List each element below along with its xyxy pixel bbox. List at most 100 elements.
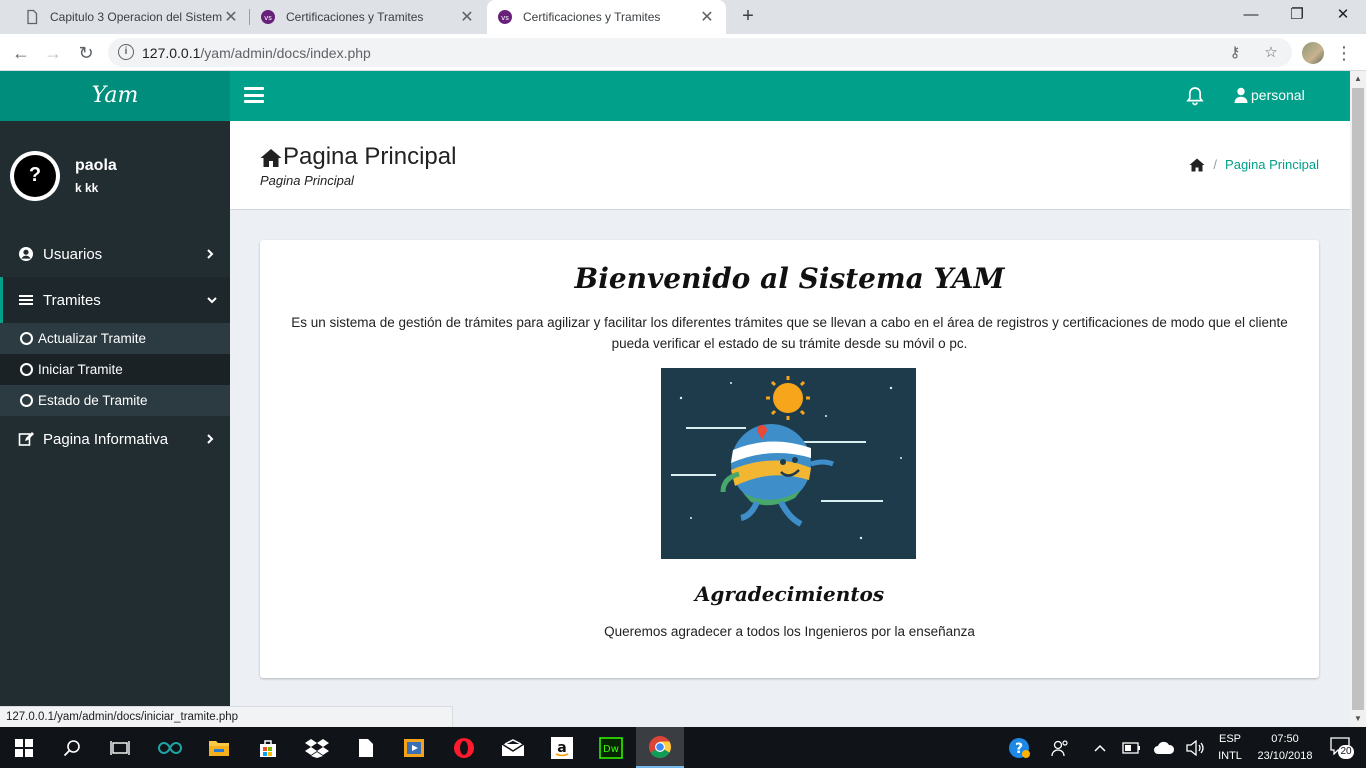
page-title: Pagina Principal bbox=[260, 143, 456, 171]
planet-illustration bbox=[661, 368, 916, 559]
chrome-icon[interactable] bbox=[636, 727, 684, 768]
bell-icon[interactable] bbox=[1184, 85, 1206, 107]
svg-text:Dw: Dw bbox=[603, 744, 619, 755]
edit-icon bbox=[18, 431, 34, 447]
back-icon[interactable]: ← bbox=[8, 40, 34, 66]
search-icon[interactable] bbox=[48, 727, 96, 768]
media-player-icon[interactable] bbox=[390, 727, 438, 768]
language-bottom[interactable]: INTL bbox=[1214, 750, 1246, 762]
taskbar: a Dw ? ESP INTL 07:50 23/10/2018 20 bbox=[0, 727, 1366, 768]
scroll-up-icon[interactable]: ▲ bbox=[1350, 71, 1366, 87]
page-title-text: Pagina Principal bbox=[283, 143, 457, 170]
arduino-icon[interactable] bbox=[146, 727, 194, 768]
url-path: /yam/admin/docs/index.php bbox=[200, 45, 371, 61]
avatar: ? bbox=[10, 151, 60, 201]
sidebar-item-pagina-informativa[interactable]: Pagina Informativa bbox=[0, 416, 230, 462]
store-icon[interactable] bbox=[244, 727, 292, 768]
minimize-icon[interactable]: — bbox=[1228, 0, 1274, 30]
amazon-icon[interactable]: a bbox=[538, 727, 586, 768]
page-header: Pagina Principal Pagina Principal / Pagi… bbox=[230, 121, 1350, 210]
profile-avatar[interactable] bbox=[1302, 42, 1324, 64]
close-window-icon[interactable]: ✕ bbox=[1320, 0, 1366, 30]
tab-label: Certificaciones y Tramites bbox=[523, 10, 661, 24]
user-circle-icon bbox=[18, 246, 34, 262]
app-window: Yam personal ? paola k kk Usuarios Trami… bbox=[0, 71, 1350, 727]
sidebar-subitem-iniciar-tramite[interactable]: Iniciar Tramite bbox=[0, 354, 230, 385]
more-menu-icon[interactable]: ⋮ bbox=[1334, 40, 1354, 66]
chevron-right-icon bbox=[206, 431, 216, 447]
page-scrollbar[interactable]: ▲ ▼ bbox=[1350, 71, 1366, 727]
sidebar-subitem-label: Estado de Tramite bbox=[38, 393, 148, 408]
browser-tab-1[interactable]: Capitulo 3 Operacion del Sistema ✕ bbox=[14, 0, 250, 34]
svg-text:vs: vs bbox=[264, 14, 272, 22]
sidebar-item-usuarios[interactable]: Usuarios bbox=[0, 231, 230, 277]
notepad-icon[interactable] bbox=[342, 727, 390, 768]
restore-icon[interactable]: ❐ bbox=[1274, 0, 1320, 30]
chevron-down-icon bbox=[206, 292, 218, 308]
svg-text:vs: vs bbox=[501, 14, 509, 22]
breadcrumb-home-icon[interactable] bbox=[1189, 158, 1205, 172]
close-tab-icon[interactable]: ✕ bbox=[698, 7, 716, 27]
volume-icon[interactable] bbox=[1174, 727, 1218, 768]
info-icon[interactable]: i bbox=[118, 44, 134, 60]
circle-icon bbox=[20, 363, 33, 376]
vs-icon: vs bbox=[260, 9, 276, 25]
sidebar-subitem-label: Actualizar Tramite bbox=[38, 331, 147, 346]
chevron-right-icon bbox=[206, 246, 216, 262]
notification-count: 20 bbox=[1338, 744, 1354, 759]
user-panel: ? paola k kk bbox=[0, 121, 230, 221]
vs-icon: vs bbox=[497, 9, 513, 25]
svg-text:a: a bbox=[557, 740, 566, 756]
mail-icon[interactable] bbox=[489, 727, 537, 768]
svg-text:?: ? bbox=[1015, 741, 1023, 757]
file-explorer-icon[interactable] bbox=[195, 727, 243, 768]
welcome-description: Es un sistema de gestión de trámites par… bbox=[291, 315, 1288, 351]
task-view-icon[interactable] bbox=[96, 727, 144, 768]
new-tab-button[interactable]: + bbox=[736, 4, 760, 28]
page-subtitle: Pagina Principal bbox=[260, 173, 354, 188]
clock-time[interactable]: 07:50 bbox=[1250, 733, 1320, 745]
app-logo[interactable]: Yam bbox=[0, 71, 230, 121]
welcome-box: Bienvenido al Sistema YAM Es un sistema … bbox=[260, 240, 1319, 678]
circle-icon bbox=[20, 394, 33, 407]
browser-tab-strip: Capitulo 3 Operacion del Sistema ✕ vs Ce… bbox=[0, 0, 1366, 34]
scrollbar-thumb[interactable] bbox=[1352, 88, 1364, 710]
main-content: Pagina Principal Pagina Principal / Pagi… bbox=[230, 121, 1350, 727]
dreamweaver-icon[interactable]: Dw bbox=[587, 727, 635, 768]
opera-icon[interactable] bbox=[440, 727, 488, 768]
url-input[interactable]: i 127.0.0.1/yam/admin/docs/index.php ⚷ ☆ bbox=[108, 38, 1292, 67]
forward-icon[interactable]: → bbox=[40, 40, 66, 66]
key-icon[interactable]: ⚷ bbox=[1226, 44, 1244, 62]
sidebar-item-label: Pagina Informativa bbox=[43, 430, 169, 448]
star-icon[interactable]: ☆ bbox=[1262, 44, 1280, 62]
sidebar-item-label: Usuarios bbox=[43, 245, 103, 263]
language-top[interactable]: ESP bbox=[1214, 733, 1246, 745]
link-status-bar: 127.0.0.1/yam/admin/docs/iniciar_tramite… bbox=[0, 706, 453, 727]
user-name: paola bbox=[75, 157, 117, 174]
browser-tab-2[interactable]: vs Certificaciones y Tramites ✕ bbox=[250, 0, 486, 34]
document-icon bbox=[24, 9, 40, 25]
clock-date[interactable]: 23/10/2018 bbox=[1250, 750, 1320, 762]
reload-icon[interactable]: ↻ bbox=[73, 40, 99, 66]
sidebar-item-tramites[interactable]: Tramites bbox=[0, 277, 230, 323]
sidebar-subitem-estado-de-tramite[interactable]: Estado de Tramite bbox=[0, 385, 230, 416]
breadcrumb-separator: / bbox=[1213, 157, 1218, 172]
thanks-heading: Agradecimientos bbox=[694, 582, 885, 606]
user-icon bbox=[1234, 87, 1248, 103]
user-menu[interactable]: personal bbox=[1234, 87, 1305, 103]
notification-center-icon[interactable]: 20 bbox=[1318, 727, 1366, 768]
scroll-down-icon[interactable]: ▼ bbox=[1350, 711, 1366, 727]
dropbox-icon[interactable] bbox=[293, 727, 341, 768]
browser-tab-3[interactable]: vs Certificaciones y Tramites ✕ bbox=[487, 0, 726, 34]
thanks-text: Queremos agradecer a todos los Ingeniero… bbox=[604, 624, 975, 639]
tab-label: Certificaciones y Tramites bbox=[286, 10, 424, 24]
circle-icon bbox=[20, 332, 33, 345]
close-tab-icon[interactable]: ✕ bbox=[222, 7, 240, 27]
sidebar-subitem-actualizar-tramite[interactable]: Actualizar Tramite bbox=[0, 323, 230, 354]
bars-icon bbox=[18, 292, 34, 308]
user-subtitle: k kk bbox=[75, 181, 99, 195]
close-tab-icon[interactable]: ✕ bbox=[458, 7, 476, 27]
breadcrumb: / Pagina Principal bbox=[1189, 157, 1319, 172]
windows-start-icon[interactable] bbox=[0, 727, 48, 768]
menu-toggle-icon[interactable] bbox=[244, 87, 264, 103]
